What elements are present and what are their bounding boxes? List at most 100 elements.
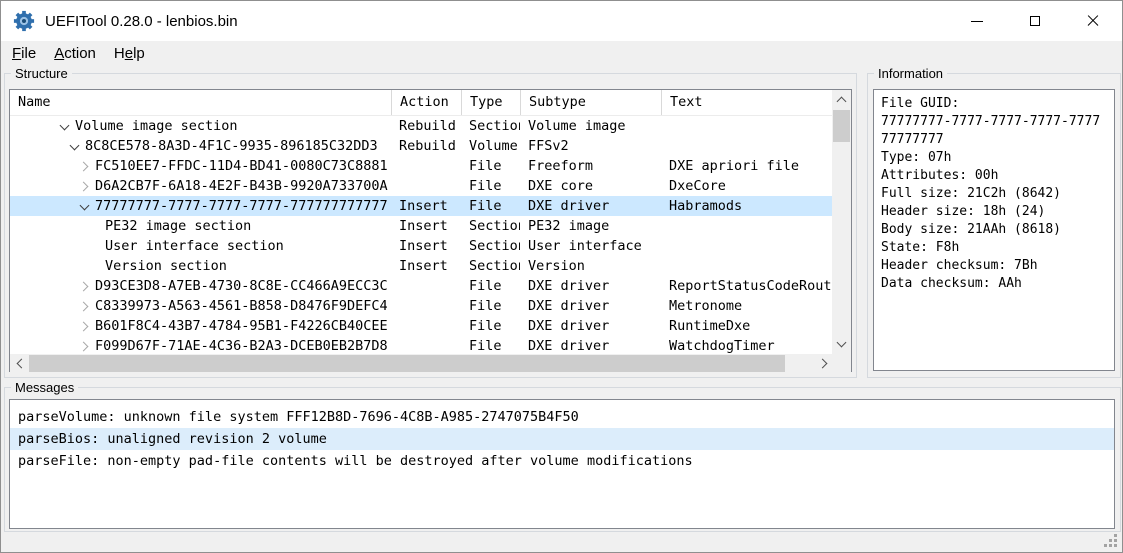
gear-icon <box>13 10 35 32</box>
tree-row-subtype: DXE driver <box>520 316 661 336</box>
info-line: 77777777-7777-7777-7777-777777777777 <box>881 113 1107 149</box>
minimize-button[interactable] <box>948 1 1006 41</box>
chevron-right-icon[interactable] <box>78 280 91 293</box>
tree-row[interactable]: F099D67F-71AE-4C36-B2A3-DCEB0EB2B7D8 Fil… <box>10 336 833 353</box>
tree-row-action: Insert <box>391 256 461 276</box>
menu-help[interactable]: Help <box>105 43 154 66</box>
tree-row-text: Habramods <box>661 196 833 216</box>
tree-row-action <box>391 296 461 316</box>
tree-row-subtype: DXE driver <box>520 296 661 316</box>
tree-row[interactable]: User interface section Insert Section Us… <box>10 236 833 256</box>
tree-row-type: File <box>461 336 520 353</box>
tree-row-text <box>661 256 833 276</box>
tree-row-action <box>391 316 461 336</box>
tree-row-name: Version section <box>105 256 227 276</box>
column-header-action[interactable]: Action <box>391 90 461 115</box>
expander-icon <box>88 220 101 233</box>
scroll-left-icon[interactable] <box>10 354 29 373</box>
tree-row-text: DxeCore <box>661 176 833 196</box>
chevron-down-icon[interactable] <box>78 200 91 213</box>
tree-row-name-cell: FC510EE7-FFDC-11D4-BD41-0080C73C8881 <box>10 156 391 176</box>
vertical-scrollbar <box>832 90 851 354</box>
tree-row[interactable]: B601F8C4-43B7-4784-95B1-F4226CB40CEE Fil… <box>10 316 833 336</box>
tree-row-subtype: Volume image <box>520 116 661 136</box>
resize-grip-icon[interactable] <box>1103 533 1117 547</box>
tree-row-action: Rebuild <box>391 136 461 156</box>
chevron-right-icon[interactable] <box>78 320 91 333</box>
tree-row-action <box>391 276 461 296</box>
tree-row-subtype: DXE driver <box>520 276 661 296</box>
tree-row-action <box>391 336 461 353</box>
tree-row-name-cell: Volume image section <box>10 116 391 136</box>
tree-row-text <box>661 216 833 236</box>
close-button[interactable] <box>1064 1 1122 41</box>
tree-row-type: Section <box>461 216 520 236</box>
tree-row-subtype: DXE core <box>520 176 661 196</box>
column-header-subtype[interactable]: Subtype <box>520 90 661 115</box>
window-title: UEFITool 0.28.0 - lenbios.bin <box>45 13 238 30</box>
chevron-right-icon[interactable] <box>78 300 91 313</box>
tree-row-action: Insert <box>391 216 461 236</box>
column-header-name[interactable]: Name <box>10 90 391 115</box>
tree-row-name: D6A2CB7F-6A18-4E2F-B43B-9920A733700A <box>95 176 388 196</box>
tree-row[interactable]: Version section Insert Section Version <box>10 256 833 276</box>
info-line: Type: 07h <box>881 149 1107 167</box>
tree-row-name: Volume image section <box>75 116 238 136</box>
tree-row-name-cell: 77777777-7777-7777-7777-777777777777 <box>10 196 391 216</box>
message-row[interactable]: parseFile: non-empty pad-file contents w… <box>10 450 1114 472</box>
message-row[interactable]: parseVolume: unknown file system FFF12B8… <box>10 406 1114 428</box>
tree-row[interactable]: Volume image section Rebuild Section Vol… <box>10 116 833 136</box>
menubar: File Action Help <box>1 41 1122 67</box>
chevron-right-icon[interactable] <box>78 340 91 353</box>
horizontal-scrollbar-thumb[interactable] <box>29 355 785 372</box>
chevron-down-icon[interactable] <box>58 120 71 133</box>
tree-row-subtype: FFSv2 <box>520 136 661 156</box>
chevron-down-icon[interactable] <box>68 140 81 153</box>
tree-row-name-cell: D6A2CB7F-6A18-4E2F-B43B-9920A733700A <box>10 176 391 196</box>
structure-tree: Name Action Type Subtype Text Volume ima… <box>9 89 852 372</box>
tree-row-text <box>661 236 833 256</box>
tree-row[interactable]: PE32 image section Insert Section PE32 i… <box>10 216 833 236</box>
tree-row-name: PE32 image section <box>105 216 251 236</box>
scroll-down-icon[interactable] <box>832 335 851 354</box>
scroll-up-icon[interactable] <box>832 90 851 109</box>
tree-row[interactable]: 77777777-7777-7777-7777-777777777777 Ins… <box>10 196 833 216</box>
info-line: Full size: 21C2h (8642) <box>881 185 1107 203</box>
expander-icon <box>88 240 101 253</box>
chevron-right-icon[interactable] <box>78 180 91 193</box>
tree-row-action: Insert <box>391 196 461 216</box>
column-header-text[interactable]: Text <box>661 90 833 115</box>
tree-row[interactable]: D6A2CB7F-6A18-4E2F-B43B-9920A733700A Fil… <box>10 176 833 196</box>
tree-row-text: DXE apriori file <box>661 156 833 176</box>
info-line: File GUID: <box>881 95 1107 113</box>
tree-row-text: Metronome <box>661 296 833 316</box>
close-icon <box>1087 15 1099 27</box>
menu-action[interactable]: Action <box>45 43 105 66</box>
chevron-right-icon[interactable] <box>78 160 91 173</box>
information-content: File GUID:77777777-7777-7777-7777-777777… <box>873 89 1115 371</box>
tree-row-subtype: PE32 image <box>520 216 661 236</box>
tree-row-subtype: Version <box>520 256 661 276</box>
tree-row[interactable]: D93CE3D8-A7EB-4730-8C8E-CC466A9ECC3C Fil… <box>10 276 833 296</box>
tree-row-type: File <box>461 176 520 196</box>
tree-row-type: Section <box>461 236 520 256</box>
tree-row-name: User interface section <box>105 236 284 256</box>
menu-file[interactable]: File <box>3 43 45 66</box>
vertical-scrollbar-thumb[interactable] <box>833 110 850 142</box>
info-line: Data checksum: AAh <box>881 275 1107 293</box>
tree-row-name: C8339973-A563-4561-B858-D8476F9DEFC4 <box>95 296 388 316</box>
structure-group-label: Structure <box>11 66 72 81</box>
maximize-button[interactable] <box>1006 1 1064 41</box>
tree-row[interactable]: C8339973-A563-4561-B858-D8476F9DEFC4 Fil… <box>10 296 833 316</box>
tree-row-type: File <box>461 276 520 296</box>
tree-row[interactable]: FC510EE7-FFDC-11D4-BD41-0080C73C8881 Fil… <box>10 156 833 176</box>
column-header-type[interactable]: Type <box>461 90 520 115</box>
information-group-label: Information <box>874 66 947 81</box>
message-row[interactable]: parseBios: unaligned revision 2 volume <box>10 428 1114 450</box>
tree-row[interactable]: 8C8CE578-8A3D-4F1C-9935-896185C32DD3 Reb… <box>10 136 833 156</box>
titlebar: UEFITool 0.28.0 - lenbios.bin <box>1 1 1122 41</box>
tree-header: Name Action Type Subtype Text <box>10 90 833 116</box>
maximize-icon <box>1030 16 1040 26</box>
tree-row-subtype: DXE driver <box>520 196 661 216</box>
messages-group-label: Messages <box>11 380 78 395</box>
